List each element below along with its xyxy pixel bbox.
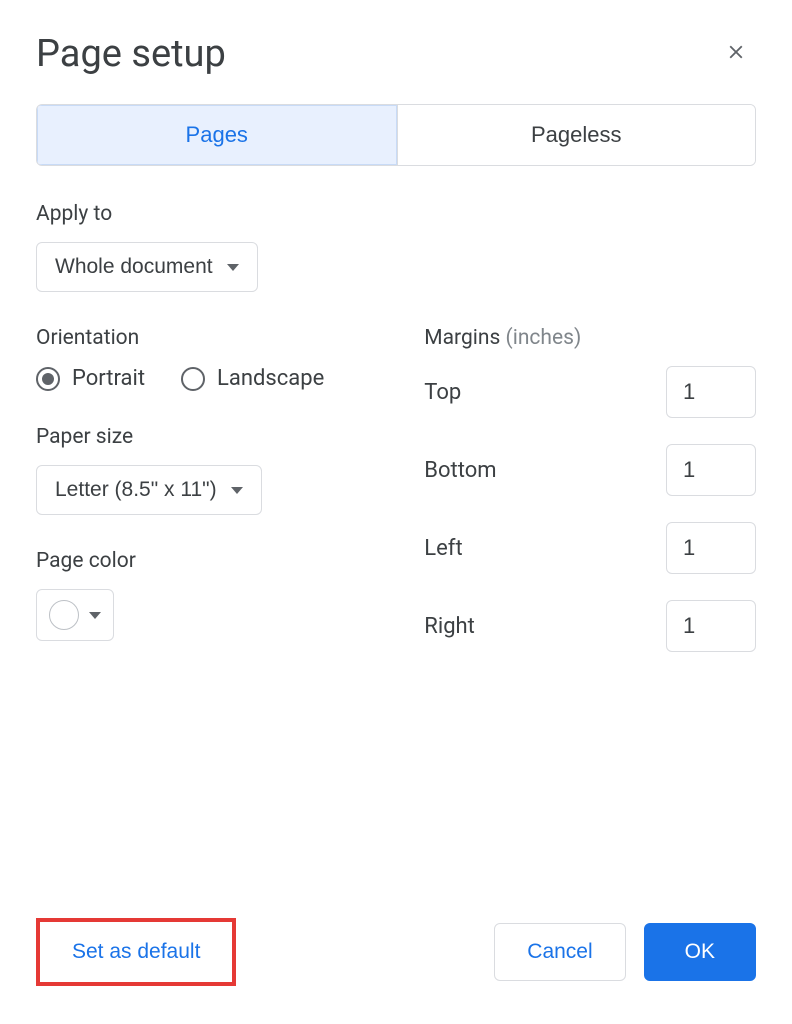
apply-to-value: Whole document: [55, 255, 213, 279]
orientation-label: Orientation: [36, 326, 384, 350]
orientation-section: Orientation Portrait Landscape: [36, 326, 384, 391]
mode-tabs: Pages Pageless: [36, 104, 756, 166]
radio-portrait-label: Portrait: [72, 366, 145, 391]
ok-button[interactable]: OK: [644, 923, 756, 981]
radio-landscape[interactable]: Landscape: [181, 366, 324, 391]
orientation-radios: Portrait Landscape: [36, 366, 384, 391]
margin-right-row: Right: [424, 600, 756, 652]
chevron-down-icon: [89, 612, 101, 619]
margin-top-row: Top: [424, 366, 756, 418]
radio-icon: [181, 367, 205, 391]
margin-bottom-input[interactable]: [666, 444, 756, 496]
page-setup-dialog: Page setup Pages Pageless Apply to Whole…: [0, 0, 792, 710]
radio-landscape-label: Landscape: [217, 366, 324, 391]
radio-portrait[interactable]: Portrait: [36, 366, 145, 391]
chevron-down-icon: [227, 264, 239, 271]
paper-size-label: Paper size: [36, 425, 384, 449]
set-as-default-button[interactable]: Set as default: [42, 924, 230, 980]
footer-right-buttons: Cancel OK: [494, 923, 756, 981]
margin-left-row: Left: [424, 522, 756, 574]
margins-hint: (inches): [506, 326, 582, 350]
paper-size-dropdown[interactable]: Letter (8.5" x 11"): [36, 465, 262, 515]
margin-left-label: Left: [424, 536, 462, 561]
margin-left-input[interactable]: [666, 522, 756, 574]
settings-columns: Orientation Portrait Landscape Paper siz…: [36, 326, 756, 678]
margins-label: Margins (inches): [424, 326, 756, 350]
cancel-button[interactable]: Cancel: [494, 923, 625, 981]
color-swatch-icon: [49, 600, 79, 630]
page-color-section: Page color: [36, 549, 384, 641]
radio-icon: [36, 367, 60, 391]
margin-right-label: Right: [424, 614, 475, 639]
apply-to-section: Apply to Whole document: [36, 202, 756, 292]
dialog-footer: Set as default Cancel OK: [36, 918, 756, 986]
chevron-down-icon: [231, 487, 243, 494]
paper-size-section: Paper size Letter (8.5" x 11"): [36, 425, 384, 515]
page-color-dropdown[interactable]: [36, 589, 114, 641]
margin-top-label: Top: [424, 380, 461, 405]
margin-bottom-row: Bottom: [424, 444, 756, 496]
tab-pageless[interactable]: Pageless: [397, 105, 756, 165]
page-color-label: Page color: [36, 549, 384, 573]
close-button[interactable]: [716, 34, 756, 74]
paper-size-value: Letter (8.5" x 11"): [55, 478, 217, 502]
dialog-header: Page setup: [36, 32, 756, 76]
margin-bottom-label: Bottom: [424, 458, 496, 483]
margins-column: Margins (inches) Top Bottom Left Right: [424, 326, 756, 678]
apply-to-dropdown[interactable]: Whole document: [36, 242, 258, 292]
left-column: Orientation Portrait Landscape Paper siz…: [36, 326, 384, 678]
dialog-title: Page setup: [36, 32, 226, 76]
margins-text: Margins: [424, 326, 500, 350]
set-default-highlight: Set as default: [36, 918, 236, 986]
apply-to-label: Apply to: [36, 202, 756, 226]
margin-right-input[interactable]: [666, 600, 756, 652]
tab-pages[interactable]: Pages: [37, 105, 397, 165]
close-icon: [725, 37, 747, 71]
margin-top-input[interactable]: [666, 366, 756, 418]
